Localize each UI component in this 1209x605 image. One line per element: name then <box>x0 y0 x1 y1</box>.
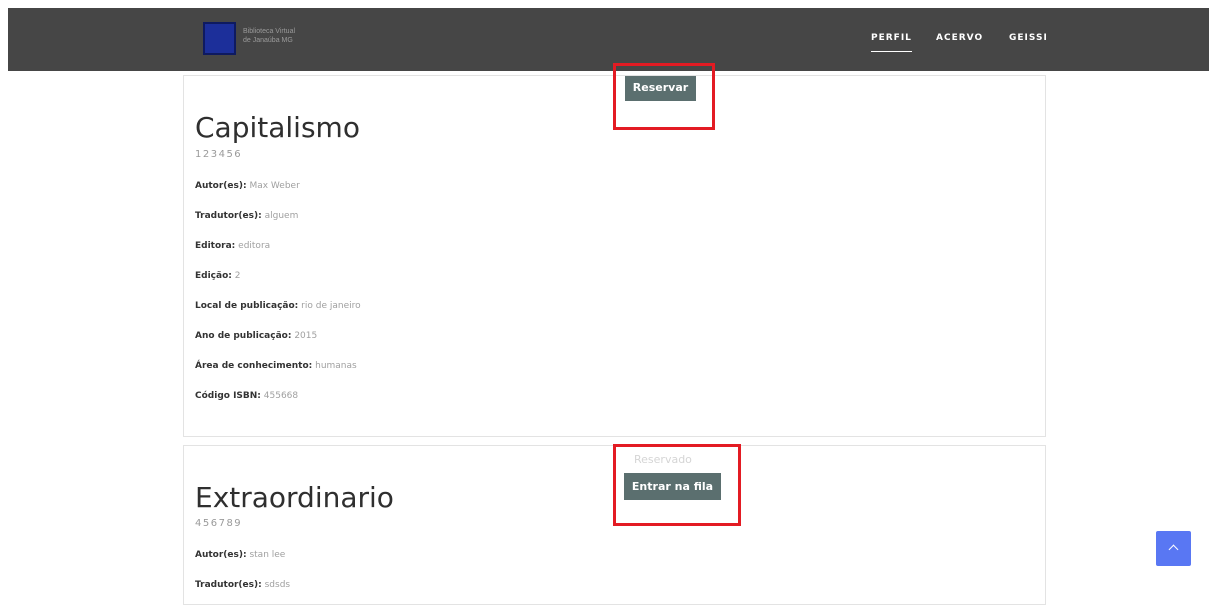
field-label: Código ISBN: <box>195 391 261 401</box>
nav-acervo[interactable]: ACERVO <box>936 33 983 43</box>
logo-line-1: Biblioteca Virtual <box>243 28 296 35</box>
book-logo-icon[interactable] <box>203 22 236 55</box>
field-label: Tradutor(es): <box>195 580 262 590</box>
field-value: stan lee <box>249 550 286 560</box>
field-label: Autor(es): <box>195 181 247 191</box>
field-author: Autor(es): stan lee <box>195 550 285 560</box>
field-label: Autor(es): <box>195 550 247 560</box>
nav-user-geissi[interactable]: GEISSI <box>1009 33 1048 43</box>
field-label: Local de publicação: <box>195 301 299 311</box>
logo-line-2: de Janaúba MG <box>243 37 293 44</box>
field-publisher: Editora: editora <box>195 241 270 251</box>
field-value: editora <box>238 241 271 251</box>
field-value: Max Weber <box>249 181 300 191</box>
book-title: Capitalismo <box>195 111 360 144</box>
field-isbn: Código ISBN: 455668 <box>195 391 298 401</box>
field-edition: Edição: 2 <box>195 271 240 281</box>
field-value: alguem <box>264 211 299 221</box>
field-label: Editora: <box>195 241 236 251</box>
field-publication-year: Ano de publicação: 2015 <box>195 331 317 341</box>
field-label: Ano de publicação: <box>195 331 292 341</box>
field-author: Autor(es): Max Weber <box>195 181 300 191</box>
reserved-status-text: Reservado <box>634 453 692 466</box>
field-label: Área de conhecimento: <box>195 361 313 371</box>
site-logo-text[interactable]: Biblioteca Virtual de Janaúba MG <box>243 27 295 45</box>
field-value: humanas <box>315 361 357 371</box>
field-value: 455668 <box>263 391 299 401</box>
field-translator: Tradutor(es): sdsds <box>195 580 290 590</box>
book-code: 456789 <box>195 518 243 529</box>
entrar-na-fila-button[interactable]: Entrar na fila <box>624 473 721 500</box>
nav-perfil[interactable]: PERFIL <box>871 33 912 52</box>
book-title: Extraordinario <box>195 481 394 514</box>
field-label: Edição: <box>195 271 232 281</box>
field-value: sdsds <box>264 580 291 590</box>
top-navbar: Biblioteca Virtual de Janaúba MG PERFIL … <box>8 8 1209 71</box>
field-knowledge-area: Área de conhecimento: humanas <box>195 361 357 371</box>
field-value: 2 <box>234 271 241 281</box>
book-code: 123456 <box>195 149 243 160</box>
reservar-button[interactable]: Reservar <box>625 76 696 101</box>
field-label: Tradutor(es): <box>195 211 262 221</box>
field-publication-place: Local de publicação: rio de janeiro <box>195 301 361 311</box>
field-translator: Tradutor(es): alguem <box>195 211 298 221</box>
chevron-up-icon <box>1168 544 1179 555</box>
field-value: 2015 <box>294 331 318 341</box>
field-value: rio de janeiro <box>301 301 361 311</box>
scroll-to-top-button[interactable] <box>1156 531 1191 566</box>
